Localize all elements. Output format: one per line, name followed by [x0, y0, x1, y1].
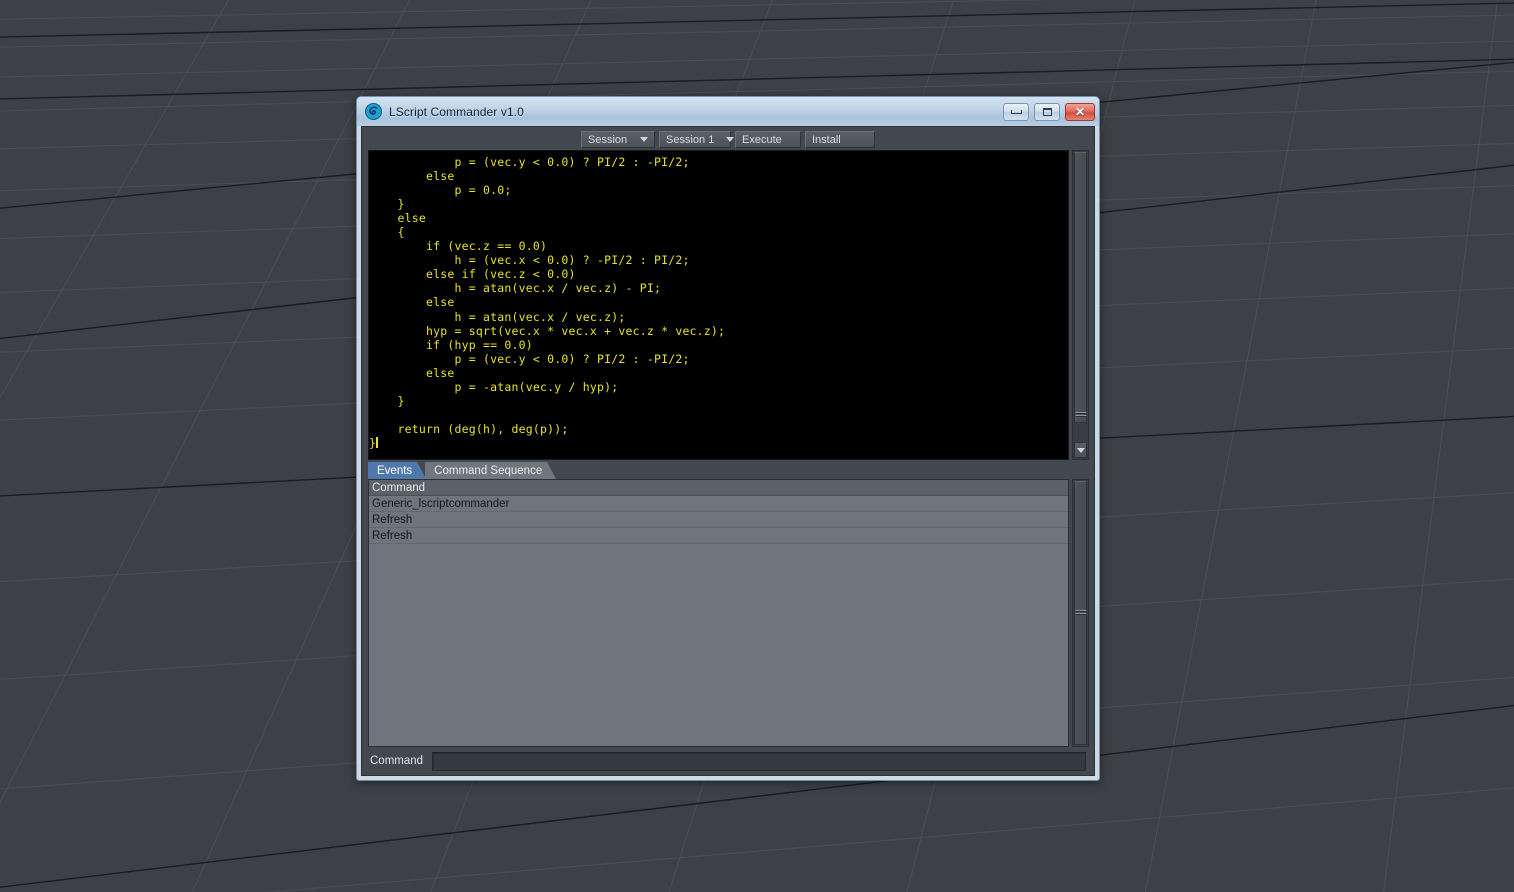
- window-controls: ✕: [1003, 102, 1095, 121]
- tab-command-sequence[interactable]: Command Sequence: [425, 462, 557, 479]
- table-row[interactable]: Generic_lscriptcommander: [369, 496, 1068, 512]
- table-row[interactable]: Refresh: [369, 512, 1068, 528]
- window-titlebar[interactable]: LScript Commander v1.0 ✕: [357, 97, 1099, 126]
- execute-button[interactable]: Execute: [735, 131, 801, 148]
- editor-scrollbar[interactable]: [1072, 150, 1089, 460]
- command-label: Command: [370, 755, 424, 767]
- scrollbar-grip: [1075, 410, 1086, 418]
- close-button[interactable]: ✕: [1065, 102, 1095, 121]
- window-body: Session Session 1 Execute Install p = (v…: [361, 126, 1095, 776]
- panel-tabs: Events Command Sequence: [368, 462, 1094, 479]
- row-command: Refresh: [372, 529, 413, 542]
- restore-icon: [1042, 107, 1052, 116]
- list-column-header: Command: [369, 480, 1068, 496]
- table-row[interactable]: Refresh: [369, 528, 1068, 544]
- event-list[interactable]: Command Generic_lscriptcommander Refresh…: [368, 479, 1069, 747]
- code-content: p = (vec.y < 0.0) ? PI/2 : -PI/2; else p…: [369, 155, 726, 450]
- list-scrollbar[interactable]: [1072, 479, 1089, 747]
- list-scrollbar-thumb[interactable]: [1074, 481, 1087, 745]
- list-rows: Generic_lscriptcommander Refresh Refresh: [369, 496, 1068, 746]
- session-select-dropdown[interactable]: Session 1: [659, 131, 735, 148]
- lscript-commander-window[interactable]: LScript Commander v1.0 ✕ Session Session…: [356, 96, 1100, 781]
- text-caret: [376, 436, 379, 448]
- chevron-down-icon: [726, 137, 735, 142]
- close-icon: ✕: [1074, 104, 1086, 119]
- session-type-dropdown[interactable]: Session: [581, 131, 655, 148]
- editor-region: p = (vec.y < 0.0) ? PI/2 : -PI/2; else p…: [362, 150, 1094, 460]
- session-type-label: Session: [588, 133, 628, 146]
- chevron-down-icon: [640, 137, 648, 142]
- row-command: Generic_lscriptcommander: [372, 497, 510, 510]
- command-input[interactable]: [432, 751, 1086, 771]
- execute-label: Execute: [742, 133, 782, 146]
- code-text: p = (vec.y < 0.0) ? PI/2 : -PI/2; else p…: [369, 151, 1068, 450]
- code-editor[interactable]: p = (vec.y < 0.0) ? PI/2 : -PI/2; else p…: [368, 150, 1069, 460]
- tab-events[interactable]: Events: [368, 462, 427, 479]
- install-button[interactable]: Install: [805, 131, 875, 148]
- command-bar: Command: [362, 747, 1094, 775]
- maximize-restore-button[interactable]: [1034, 102, 1060, 121]
- list-column-header-label: Command: [372, 481, 426, 494]
- editor-scrollbar-thumb[interactable]: [1074, 152, 1087, 423]
- tab-events-label: Events: [377, 464, 413, 477]
- scrollbar-grip: [1075, 608, 1086, 616]
- event-list-region: Command Generic_lscriptcommander Refresh…: [362, 479, 1094, 747]
- minimize-icon: [1010, 109, 1022, 114]
- editor-scroll-down-button[interactable]: [1074, 442, 1087, 458]
- row-command: Refresh: [372, 513, 413, 526]
- minimize-button[interactable]: [1003, 102, 1029, 121]
- lscript-app-icon: [365, 103, 382, 120]
- chevron-down-icon: [1076, 447, 1085, 453]
- toolbar: Session Session 1 Execute Install: [362, 127, 1094, 150]
- session-select-label: Session 1: [666, 133, 715, 146]
- tab-command-sequence-label: Command Sequence: [434, 464, 543, 477]
- install-label: Install: [812, 133, 841, 146]
- window-title: LScript Commander v1.0: [389, 104, 524, 119]
